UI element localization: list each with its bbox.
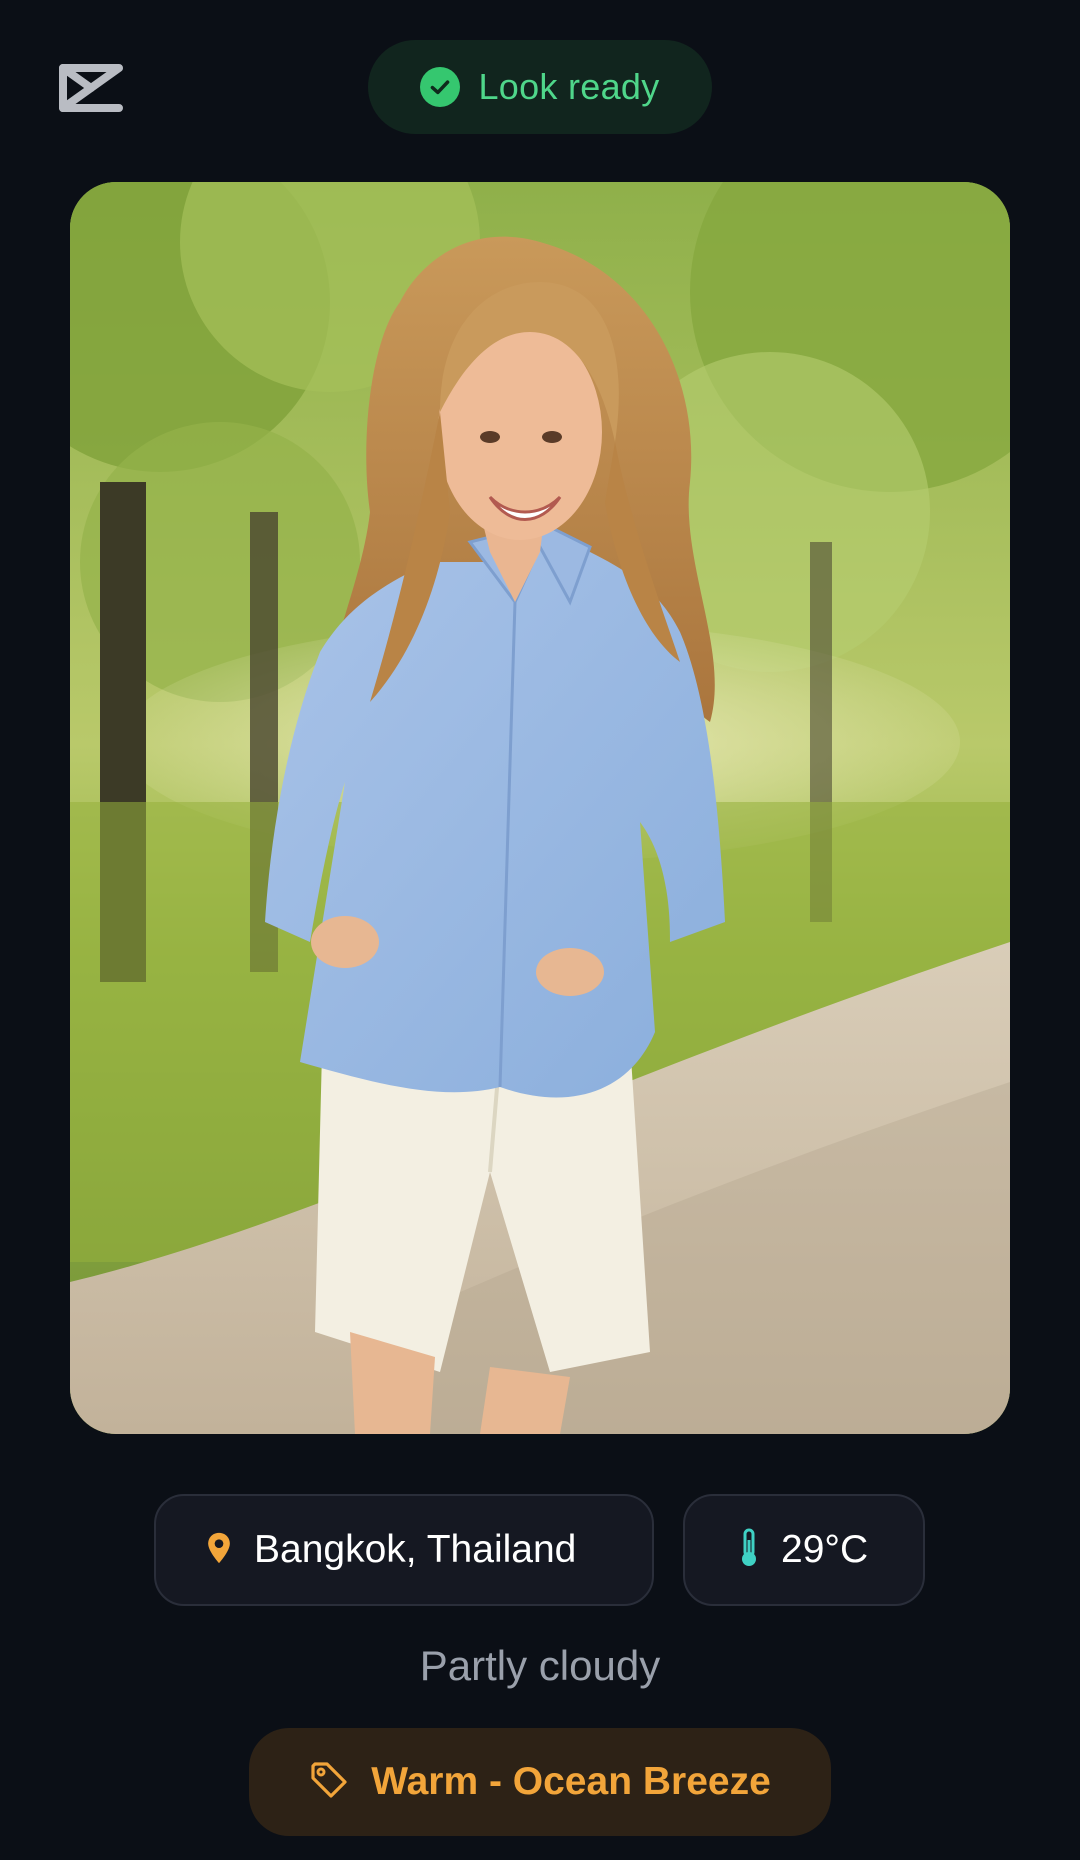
app-logo-icon[interactable] bbox=[55, 60, 127, 116]
tag-icon bbox=[309, 1760, 349, 1805]
location-label: Bangkok, Thailand bbox=[254, 1528, 577, 1571]
weather-condition: Partly cloudy bbox=[419, 1642, 661, 1689]
location-chip[interactable]: Bangkok, Thailand bbox=[154, 1494, 654, 1606]
outfit-photo bbox=[70, 182, 1010, 1434]
temperature-label: 29°C bbox=[781, 1528, 869, 1571]
status-label: Look ready bbox=[478, 66, 660, 107]
look-screen: Look ready Bangkok, Thailand 29°C Partly… bbox=[0, 0, 1080, 1860]
temperature-chip[interactable]: 29°C bbox=[683, 1494, 925, 1606]
thermometer-icon bbox=[739, 1528, 759, 1573]
style-tag-label: Warm - Ocean Breeze bbox=[371, 1760, 771, 1803]
check-circle-icon bbox=[420, 67, 461, 107]
style-tag-button[interactable]: Warm - Ocean Breeze bbox=[249, 1728, 831, 1836]
map-pin-icon bbox=[206, 1531, 232, 1570]
look-ready-status: Look ready bbox=[368, 40, 712, 134]
